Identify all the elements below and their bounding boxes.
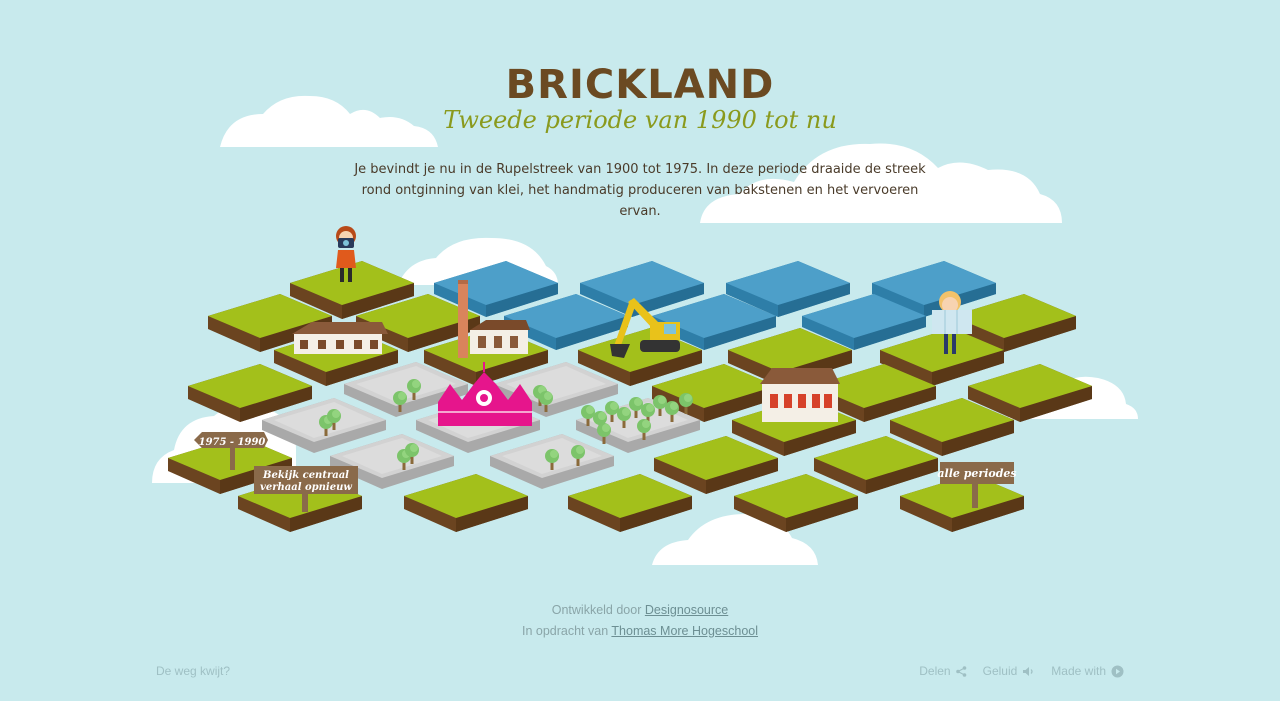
play-circle-icon <box>1111 665 1124 677</box>
credits-client-line: In opdracht van Thomas More Hogeschool <box>0 621 1280 642</box>
credits-developed-by: Ontwikkeld door <box>551 603 642 617</box>
grass-tile[interactable] <box>404 474 528 532</box>
speaker-icon <box>1023 666 1033 676</box>
footer-actions: Delen Geluid Made with <box>919 664 1124 678</box>
made-with-label: Made with <box>1051 664 1106 678</box>
grass-tile[interactable] <box>734 474 858 532</box>
residential-house[interactable] <box>760 368 840 422</box>
sign-previous-period-label: 1975 - 1990 <box>199 437 266 448</box>
client-link[interactable]: Thomas More Hogeschool <box>611 624 758 638</box>
lost-link[interactable]: De weg kwijt? <box>156 664 230 678</box>
sign-replay-line-2: verhaal opnieuw <box>260 482 352 493</box>
developer-link[interactable]: Designosource <box>645 603 728 617</box>
sound-toggle[interactable]: Geluid <box>983 664 1036 678</box>
sign-all-periods-label: alle periodes <box>937 467 1016 480</box>
credits-commissioned-by: In opdracht van <box>521 624 609 638</box>
credits-developer-line: Ontwikkeld door Designosource <box>0 600 1280 621</box>
grass-tile[interactable] <box>568 474 692 532</box>
made-with-link[interactable]: Made with <box>1051 664 1124 678</box>
game-board: 1975 - 1990 Bekijk centraal verhaal opni… <box>168 226 1092 532</box>
credits: Ontwikkeld door Designosource In opdrach… <box>0 600 1280 642</box>
share-icon <box>955 665 966 677</box>
sound-label: Geluid <box>982 664 1018 678</box>
share-label: Delen <box>919 664 951 678</box>
sign-replay-line-1: Bekijk centraal <box>262 470 349 481</box>
farmhouse-building[interactable] <box>292 322 388 354</box>
share-button[interactable]: Delen <box>919 664 966 678</box>
